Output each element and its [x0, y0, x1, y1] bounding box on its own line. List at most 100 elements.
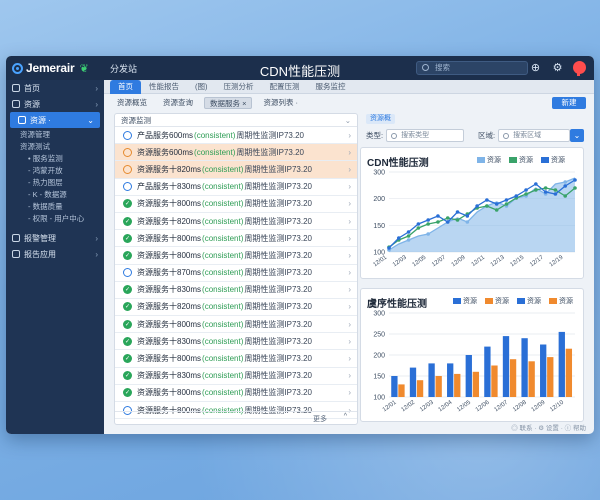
chevron-right-icon[interactable]: › [348, 388, 351, 397]
list-item[interactable]: ✓ 资源服务十 800 ms (consistent) 周期性监测 IP73.20 › [115, 247, 357, 265]
more-link[interactable]: 更多 [313, 414, 327, 424]
list-item[interactable]: ✓ 资源服务十 830 ms (consistent) 周期性监测 IP73.20 › [115, 282, 357, 299]
chevron-right-icon[interactable]: › [348, 131, 351, 140]
chevron-right-icon[interactable]: › [348, 148, 351, 157]
right-panel-tab[interactable]: 资源概 [366, 114, 395, 124]
subtab-2[interactable]: 数据服务 × [204, 97, 253, 109]
filter-type-input[interactable]: 搜索类型 [386, 128, 465, 142]
search-icon [391, 132, 398, 139]
chevron-right-icon[interactable]: › [348, 337, 351, 346]
chevron-right-icon[interactable]: › [348, 182, 351, 191]
tab-3[interactable]: 压测分析 [216, 80, 262, 94]
x-tick-label: 12/08 [512, 399, 528, 413]
search-icon [422, 64, 429, 71]
list-item[interactable]: ✓ 资源服务十 800 ms (consistent) 周期性监测 IP73.20 › [115, 196, 357, 213]
sidebar-item-alerts[interactable]: 报警管理 › [6, 230, 104, 246]
chevron-right-icon[interactable]: › [348, 285, 351, 294]
sidebar-item-resources[interactable]: 资源 › [6, 96, 104, 112]
chevron-right-icon[interactable]: › [348, 371, 351, 380]
chevron-right-icon[interactable]: › [348, 320, 351, 329]
row-ip: IP73.20 [284, 388, 312, 398]
data-point [534, 182, 538, 186]
list-item[interactable]: ✓ 资源服务十 800 ms (consistent) 周期性监测 IP73.20 › [115, 230, 357, 248]
row-type: 周期性监测 [244, 164, 285, 174]
list-item[interactable]: 产品服务十 830 ms (consistent) 周期性监测 IP73.20 › [115, 179, 357, 196]
row-unit: ms [190, 250, 202, 260]
sidebar-subitem[interactable]: 资源管理 [6, 128, 104, 140]
chevron-right-icon[interactable]: › [348, 354, 351, 363]
bar [465, 355, 472, 397]
row-value: 800 [177, 319, 191, 329]
chevron-down-icon[interactable]: ⌄ [345, 114, 351, 127]
list-item[interactable]: ✓ 资源服务十 830 ms (consistent) 周期性监测 IP73.20 › [115, 368, 357, 385]
filter-bar: 类型: 搜索类型 区域: 搜索区域 ⌄ [366, 128, 585, 142]
row-ip: IP73.20 [284, 182, 312, 192]
list-item[interactable]: ✓ 资源服务十 820 ms (consistent) 周期性监测 IP73.20 › [115, 213, 357, 231]
sidebar-item-home[interactable]: 首页 › [6, 80, 104, 96]
row-value: 830 [177, 336, 191, 346]
sidebar-subitem[interactable]: - 热力图层 [6, 176, 104, 188]
chevron-right-icon[interactable]: › [348, 199, 351, 208]
list-item[interactable]: ✓ 资源服务十 800 ms (consistent) 周期性监测 IP73.20 › [115, 316, 357, 334]
sidebar-item-active[interactable]: 资源 · ⌄ [10, 112, 100, 128]
tab-0[interactable]: 首页 [110, 79, 141, 94]
subtab-3[interactable]: 资源列表 · [258, 97, 303, 109]
resource-icon [12, 100, 20, 108]
settings-icon[interactable]: ⚙ [551, 61, 564, 74]
sidebar-subitem[interactable]: - 数据质量 [6, 200, 104, 212]
sidebar-subitem[interactable]: - 鸿蒙开放 [6, 164, 104, 176]
list-item[interactable]: 资源服务十 820 ms (consistent) 周期性监测 IP73.20 › [115, 161, 357, 179]
chevron-right-icon[interactable]: › [348, 251, 351, 260]
sidebar-subitem[interactable]: - K - 数据源 [6, 188, 104, 200]
filter-region-input[interactable]: 搜索区域 [498, 128, 571, 142]
chevron-up-icon[interactable]: ^ [344, 413, 347, 420]
data-point [494, 208, 499, 212]
dropdown-button[interactable]: ⌄ [570, 128, 585, 142]
list-item[interactable]: 产品服务 600 ms (consistent) 周期性监测 IP73.20 › [115, 127, 357, 145]
filter-type-label: 类型: [366, 130, 384, 140]
tab-4[interactable]: 配置压测 [262, 80, 308, 94]
list-item[interactable]: ✓ 资源服务十 800 ms (consistent) 周期性监测 IP73.20 › [115, 350, 357, 368]
list-item[interactable]: ✓ 资源服务十 830 ms (consistent) 周期性监测 IP73.20 › [115, 333, 357, 351]
chevron-right-icon[interactable]: › [348, 217, 351, 226]
sidebar-subitem[interactable]: - 权限 - 用户中心 [6, 212, 104, 224]
sidebar-subitem[interactable]: • 服务监测 [6, 152, 104, 164]
chevron-right-icon[interactable]: › [348, 268, 351, 277]
sidebar-subitem[interactable]: 资源测试 [6, 140, 104, 152]
chevron-right-icon[interactable]: › [348, 302, 351, 311]
list-item[interactable]: 资源服务 600 ms (consistent) 周期性监测 IP73.20 › [115, 144, 357, 162]
data-point [387, 246, 391, 250]
user-avatar[interactable] [573, 61, 586, 76]
chevron-right-icon: › [95, 99, 98, 109]
sidebar-item-reports[interactable]: 报告应用 › [6, 246, 104, 262]
data-point [426, 218, 430, 222]
alert-icon [12, 234, 20, 242]
row-tag: (consistent) [202, 164, 244, 174]
search-icon [503, 132, 510, 139]
data-point [485, 198, 489, 202]
row-unit: ms [190, 182, 202, 192]
status-bar: ◎ 联系 · ⚙ 设置 · ⓘ 帮助 [511, 425, 586, 432]
subtab-0[interactable]: 资源概览 [112, 97, 152, 109]
row-ip: IP73.20 [284, 319, 312, 329]
check-circle-icon: ✓ [123, 302, 132, 312]
row-name: 资源服务十 [137, 302, 177, 312]
search-placeholder: 搜索 [435, 63, 450, 72]
tab-1[interactable]: 性能报告 [141, 80, 187, 94]
chevron-right-icon[interactable]: › [348, 234, 351, 243]
row-ip: IP73.20 [284, 371, 312, 381]
x-tick-label: 12/09 [531, 399, 547, 413]
bar-chart-card: 虞序性能压测 资源 资源 资源 资源 300 250 200 150 100 12/01 12/0… [360, 288, 584, 422]
tab-2[interactable]: (图) [187, 80, 216, 94]
bar [509, 359, 517, 397]
new-button[interactable]: 新建 [552, 97, 586, 109]
list-item[interactable]: ✓ 资源服务十 800 ms (consistent) 周期性监测 IP73.20 › [115, 385, 357, 402]
subtab-1[interactable]: 资源查询 [158, 97, 198, 109]
chevron-right-icon[interactable]: › [348, 165, 351, 174]
info-circle-icon [123, 268, 132, 278]
tab-5[interactable]: 服务监控 [308, 80, 354, 94]
search-input[interactable]: 搜索 [416, 61, 528, 75]
list-item[interactable]: 资源服务十 870 ms (consistent) 周期性监测 IP73.20 › [115, 265, 357, 282]
add-icon[interactable]: ⊕ [529, 61, 542, 74]
list-item[interactable]: ✓ 资源服务十 820 ms (consistent) 周期性监测 IP73.20 › [115, 299, 357, 317]
